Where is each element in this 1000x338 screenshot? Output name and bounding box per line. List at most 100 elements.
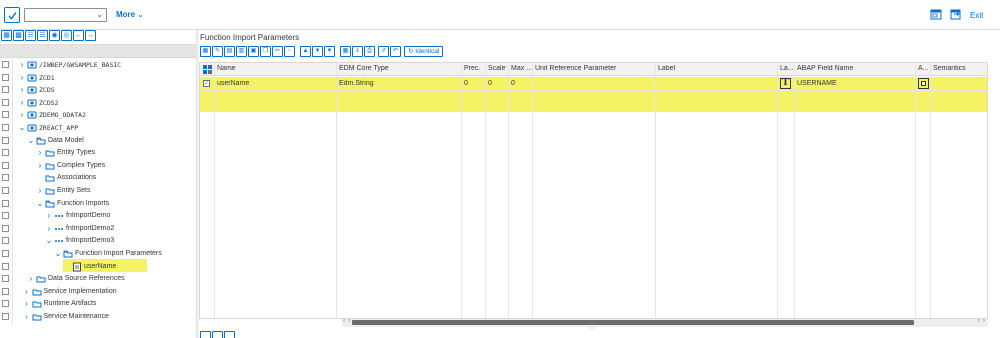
collapse-chevron-icon[interactable]: ⌄: [54, 248, 62, 260]
scrollbar-thumb[interactable]: [352, 320, 914, 325]
window-settings-icon[interactable]: [930, 9, 942, 20]
abap-checkbox-icon[interactable]: [918, 78, 929, 89]
row-checkbox[interactable]: [2, 124, 9, 131]
cell-precision[interactable]: 0: [464, 80, 468, 87]
scroll-right-icon[interactable]: ›: [348, 318, 350, 324]
exit-icon[interactable]: [950, 9, 962, 20]
deselect-icon[interactable]: ▩: [13, 30, 24, 41]
column-settings-icon[interactable]: [203, 65, 212, 76]
command-field[interactable]: ⌄: [24, 8, 107, 22]
tree-row[interactable]: › ZCDS: [0, 84, 196, 97]
expand-chevron-icon[interactable]: ›: [36, 185, 44, 197]
scroll-left-icon[interactable]: ‹: [343, 318, 345, 324]
identical-button[interactable]: ↻ Identical: [404, 46, 444, 57]
chevron-down-icon[interactable]: ⌄: [96, 10, 103, 19]
cell-edm-core-type[interactable]: Edm.String: [339, 80, 374, 87]
row-checkbox[interactable]: [2, 111, 9, 119]
column-header-abap-type[interactable]: A...: [918, 65, 929, 72]
expand-chevron-icon[interactable]: ›: [18, 109, 26, 121]
filter-icon[interactable]: ▼: [324, 46, 335, 57]
row-checkbox[interactable]: [2, 237, 9, 245]
cell-scale[interactable]: 0: [488, 80, 492, 87]
column-header-abap-field-name[interactable]: ABAP Field Name: [797, 65, 914, 72]
expand-chevron-icon[interactable]: ›: [45, 223, 53, 235]
expand-chevron-icon[interactable]: ›: [27, 273, 35, 285]
tree-row[interactable]: › fnImportDemo2: [0, 222, 196, 236]
column-header-name[interactable]: Name: [217, 65, 335, 72]
scroll-right-end-icon[interactable]: ›: [983, 318, 985, 324]
column-header-scale[interactable]: Scale: [488, 65, 509, 72]
row-checkbox[interactable]: [2, 61, 9, 68]
row-select-checkbox[interactable]: ✓: [203, 80, 210, 87]
table-row[interactable]: ✓ userName Edm.String 0 0 0 T USERNAME: [200, 77, 987, 91]
row-checkbox[interactable]: [2, 250, 9, 257]
tree-row[interactable]: › Complex Types: [0, 159, 196, 173]
column-header-unit-reference-parameter[interactable]: Unit Reference Parameter: [535, 65, 653, 72]
copy-icon[interactable]: ❐: [260, 46, 271, 57]
back-arrow-icon[interactable]: ←: [73, 30, 84, 41]
tree-row[interactable]: ⌄ Function Imports: [0, 197, 196, 211]
row-checkbox[interactable]: [2, 161, 9, 169]
delete-row-icon[interactable]: ▣: [248, 46, 259, 57]
edit-icon[interactable]: ✎: [212, 46, 223, 57]
find-icon[interactable]: ◉: [49, 30, 60, 41]
collapse-chevron-icon[interactable]: ⌄: [45, 235, 53, 247]
tree-row[interactable]: › Service Maintenance: [0, 311, 196, 324]
expand-icon[interactable]: ☵: [25, 30, 36, 41]
row-checkbox[interactable]: [2, 149, 9, 157]
expand-chevron-icon[interactable]: ›: [23, 286, 31, 298]
row-checkbox[interactable]: [2, 262, 9, 270]
details-icon[interactable]: ▦: [200, 46, 211, 57]
column-header-label-type[interactable]: La...: [780, 65, 793, 72]
collapse-icon[interactable]: ☰: [37, 30, 48, 41]
select-all-icon[interactable]: ▦: [1, 30, 12, 41]
row-checkbox[interactable]: [2, 300, 9, 308]
horizontal-scrollbar[interactable]: ‹ › ‹ ›: [342, 318, 988, 327]
details-icon[interactable]: [200, 331, 211, 338]
column-header-max-length[interactable]: Max ...: [511, 65, 532, 72]
cut-icon[interactable]: ✂: [272, 46, 283, 57]
import-icon[interactable]: ⇗: [378, 46, 389, 57]
tree-row[interactable]: ⌄ ZREACT_APP: [0, 122, 196, 135]
expand-chevron-icon[interactable]: ›: [18, 72, 26, 84]
row-checkbox[interactable]: [2, 73, 9, 81]
row-checkbox[interactable]: [2, 224, 9, 232]
sort-desc-icon[interactable]: ▼: [312, 46, 323, 57]
row-checkbox[interactable]: [2, 313, 9, 320]
tree-row[interactable]: › fnImportDemo: [0, 210, 196, 223]
text-type-icon[interactable]: T: [780, 78, 791, 89]
row-checkbox[interactable]: [2, 174, 9, 182]
expand-chevron-icon[interactable]: ›: [18, 97, 26, 109]
row-checkbox[interactable]: [2, 275, 9, 283]
expand-chevron-icon[interactable]: ›: [36, 160, 44, 172]
column-header-semantics[interactable]: Semantics: [933, 65, 983, 72]
tree-row[interactable]: userName: [0, 260, 196, 274]
row-checkbox[interactable]: [2, 136, 9, 144]
paste-icon[interactable]: ▫: [284, 46, 295, 57]
cell-abap-field-name[interactable]: USERNAME: [797, 80, 837, 87]
expand-chevron-icon[interactable]: ›: [18, 59, 26, 71]
collapse-chevron-icon[interactable]: ⌄: [27, 135, 35, 147]
column-header-label[interactable]: Label: [658, 65, 776, 72]
undo-icon[interactable]: ↶: [390, 46, 401, 57]
delete-icon[interactable]: [212, 331, 223, 338]
cell-name[interactable]: userName: [217, 80, 249, 87]
row-checkbox[interactable]: [2, 199, 9, 207]
tree-row[interactable]: Associations: [0, 172, 196, 185]
globe-icon[interactable]: ◎: [61, 30, 72, 41]
more-menu-button[interactable]: More ⌄: [116, 10, 144, 19]
tree-row[interactable]: › Entity Sets: [0, 185, 196, 198]
expand-chevron-icon[interactable]: ›: [23, 298, 31, 310]
layout-icon[interactable]: ▦: [340, 46, 351, 57]
sort-asc-icon[interactable]: ▲: [300, 46, 311, 57]
tree-row[interactable]: ⌄ Data Model: [0, 134, 196, 148]
row-checkbox[interactable]: [2, 98, 9, 106]
row-checkbox[interactable]: [2, 287, 9, 295]
enter-checkmark-button[interactable]: [4, 7, 20, 23]
append-row-icon[interactable]: ▤: [224, 46, 235, 57]
column-header-precision[interactable]: Prec.: [464, 65, 486, 72]
export-icon[interactable]: ⇓: [352, 46, 363, 57]
insert-row-icon[interactable]: ▥: [236, 46, 247, 57]
cell-max-length[interactable]: 0: [511, 80, 515, 87]
tree-row[interactable]: ⌄ Function Import Parameters: [0, 248, 196, 261]
